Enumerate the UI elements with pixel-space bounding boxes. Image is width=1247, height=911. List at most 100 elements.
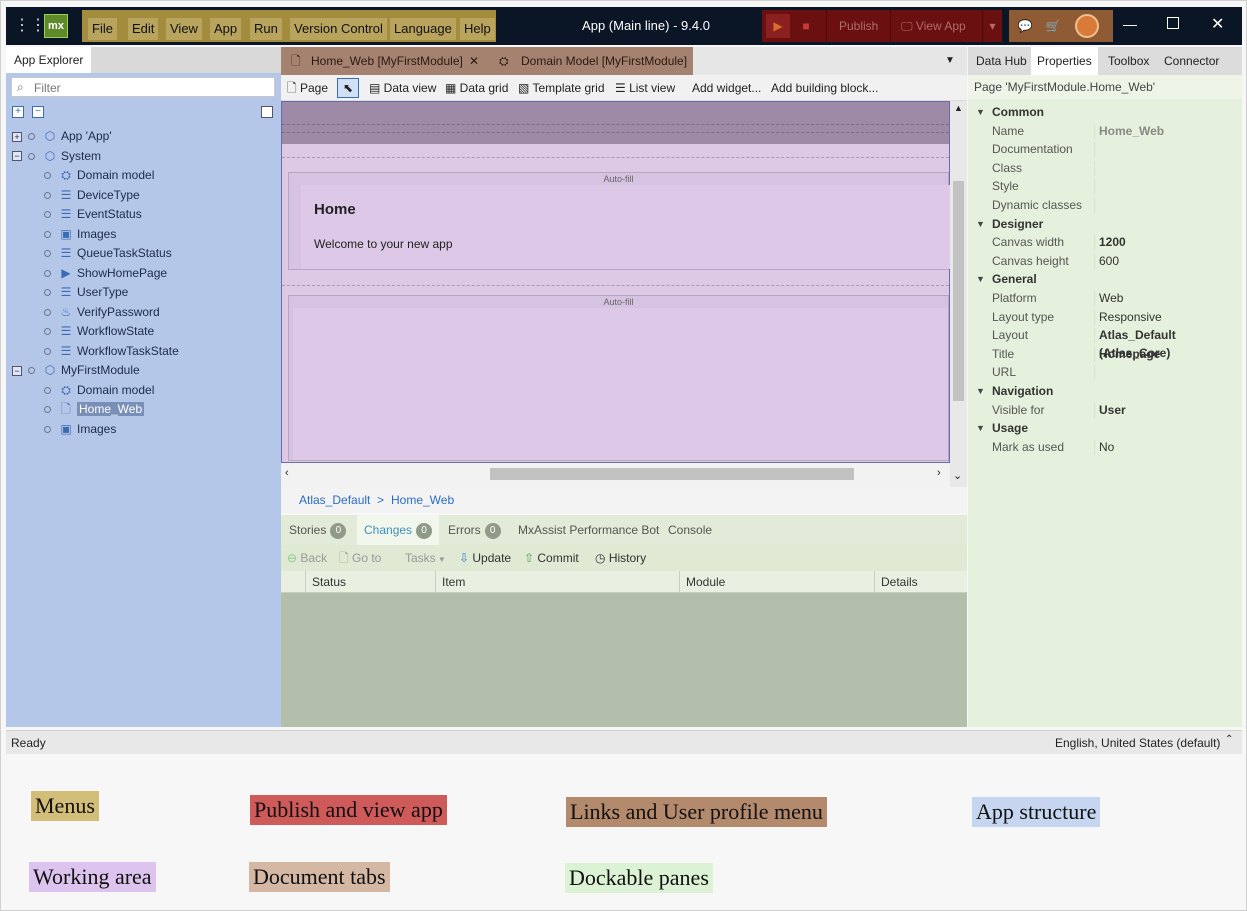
vertical-scrollbar[interactable]: ▲ ⌄	[950, 101, 967, 487]
back-button[interactable]: ⊖ Back	[287, 545, 327, 571]
property-row[interactable]: Canvas width 1200	[968, 233, 1242, 252]
column-module[interactable]: Module	[679, 571, 874, 593]
property-value[interactable]: 600	[1099, 252, 1119, 270]
app-grid-icon[interactable]: ⋮⋮	[14, 14, 46, 38]
select-pointer-icon[interactable]: ⬉	[337, 78, 359, 98]
tree-item[interactable]: ⛭ Domain model	[44, 381, 154, 400]
tree-item[interactable]: − ⬡ MyFirstModule	[12, 361, 140, 380]
sync-explorer-icon[interactable]	[261, 106, 273, 118]
tree-item[interactable]: ☰ DeviceType	[44, 186, 140, 205]
play-icon[interactable]: ▶	[766, 14, 790, 38]
data-grid-button[interactable]: ▦ Data grid	[445, 75, 508, 101]
commit-button[interactable]: ⇧ Commit	[524, 545, 579, 571]
tree-item[interactable]: ☰ WorkflowTaskState	[44, 342, 179, 361]
property-row[interactable]: Canvas height 600	[968, 252, 1242, 271]
scroll-left-icon[interactable]: ‹	[285, 467, 289, 479]
property-value[interactable]: Home_Web	[1099, 122, 1164, 140]
menu-file[interactable]: File	[88, 18, 117, 40]
property-row[interactable]: Mark as used No	[968, 438, 1242, 457]
tab-errors[interactable]: Errors 0	[448, 515, 501, 545]
tab-data-hub[interactable]: Data Hub	[970, 47, 1033, 75]
view-app-button[interactable]: 🖵 View App	[890, 10, 976, 42]
breadcrumb-layout-link[interactable]: Atlas_Default	[299, 493, 370, 507]
tab-domain-model[interactable]: ⛭ Domain Model [MyFirstModule]	[491, 47, 693, 75]
close-tab-icon[interactable]: ✕	[469, 47, 479, 75]
tree-item[interactable]: ▣ Images	[44, 225, 116, 244]
tab-console[interactable]: Console	[668, 515, 712, 545]
expand-icon[interactable]: +	[12, 131, 22, 142]
history-button[interactable]: ◷ History	[595, 545, 646, 571]
page-button[interactable]: 🗋 Page	[287, 75, 328, 101]
marketplace-cart-icon[interactable]: 🛒	[1041, 14, 1065, 38]
tab-connector[interactable]: Connector	[1158, 47, 1225, 75]
horizontal-scrollbar[interactable]: ‹ ›	[281, 463, 950, 487]
property-row[interactable]: Name Home_Web	[968, 122, 1242, 141]
property-value[interactable]: No	[1099, 438, 1114, 456]
collapse-all-icon[interactable]: −	[32, 106, 44, 118]
add-widget-button[interactable]: Add widget...	[692, 75, 761, 101]
tasks-dropdown[interactable]: Tasks ▼	[405, 545, 446, 571]
property-row[interactable]: Visible for User	[968, 401, 1242, 420]
chevron-down-icon[interactable]: ▼	[976, 382, 985, 400]
tab-toolbox[interactable]: Toolbox	[1102, 47, 1155, 75]
content-container[interactable]	[293, 308, 948, 460]
go-to-button[interactable]: 🗋 Go to	[339, 545, 381, 571]
tree-item[interactable]: + ⬡ App 'App'	[12, 127, 112, 146]
property-value[interactable]: User	[1099, 401, 1126, 419]
scrollbar-thumb[interactable]	[953, 181, 964, 401]
menu-view[interactable]: View	[166, 18, 202, 40]
scroll-down-icon[interactable]: ⌄	[953, 469, 962, 482]
menu-app[interactable]: App	[210, 18, 242, 40]
property-section[interactable]: ▼ Usage	[968, 419, 1242, 438]
tab-stories[interactable]: Stories 0	[289, 515, 347, 545]
page-heading[interactable]: Home	[314, 201, 356, 218]
menu-help[interactable]: Help	[460, 18, 495, 40]
filter-input[interactable]: ⌕ Filter	[11, 77, 275, 97]
add-building-block-button[interactable]: Add building block...	[771, 75, 878, 101]
column-item[interactable]: Item	[435, 571, 679, 593]
menu-language[interactable]: Language	[390, 18, 456, 40]
property-value[interactable]: Homepage	[1099, 345, 1160, 363]
view-app-dropdown-icon[interactable]: ▾	[982, 10, 1002, 42]
scrollbar-thumb[interactable]	[490, 468, 854, 480]
scroll-right-icon[interactable]: ›	[937, 467, 941, 479]
property-row[interactable]: Documentation	[968, 140, 1242, 159]
working-area[interactable]: Auto-fill Home Welcome to your new app A…	[281, 101, 950, 463]
property-row[interactable]: Layout type Responsive	[968, 308, 1242, 327]
tree-item[interactable]: ☰ UserType	[44, 283, 128, 302]
tree-item[interactable]: 🗋 Home_Web	[44, 400, 145, 419]
property-section[interactable]: ▼ Navigation	[968, 382, 1242, 401]
tree-item[interactable]: ☰ EventStatus	[44, 205, 142, 224]
list-view-button[interactable]: ☰ List view	[615, 75, 675, 101]
tree-item[interactable]: ▶ ShowHomePage	[44, 264, 167, 283]
property-row[interactable]: Dynamic classes	[968, 196, 1242, 215]
welcome-text[interactable]: Welcome to your new app	[314, 237, 453, 251]
stop-icon[interactable]: ■	[794, 14, 818, 38]
chevron-down-icon[interactable]: ▼	[976, 419, 985, 437]
tab-home-web[interactable]: 🗋 Home_Web [MyFirstModule] ✕	[281, 47, 491, 75]
auto-fill-container[interactable]: Auto-fill Home Welcome to your new app	[288, 172, 950, 270]
property-row[interactable]: Class	[968, 159, 1242, 178]
user-avatar[interactable]	[1075, 14, 1099, 38]
tab-properties[interactable]: Properties	[1031, 47, 1098, 75]
property-value[interactable]: Responsive	[1099, 308, 1162, 326]
property-row[interactable]: Title Homepage	[968, 345, 1242, 364]
tab-changes[interactable]: Changes 0	[357, 515, 440, 545]
property-value[interactable]: Web	[1099, 289, 1123, 307]
tree-item[interactable]: ♨ VerifyPassword	[44, 303, 160, 322]
property-row[interactable]: Platform Web	[968, 289, 1242, 308]
column-status[interactable]: Status	[305, 571, 435, 593]
template-grid-button[interactable]: ▧ Template grid	[518, 75, 605, 101]
tree-item[interactable]: ⛭ Domain model	[44, 166, 154, 185]
property-section[interactable]: ▼ Designer	[968, 215, 1242, 234]
property-row[interactable]: Style	[968, 177, 1242, 196]
chevron-down-icon[interactable]: ▼	[976, 270, 985, 288]
chevron-down-icon[interactable]: ▼	[976, 103, 985, 121]
chevron-down-icon[interactable]: ▼	[976, 215, 985, 233]
maximize-icon[interactable]	[1167, 17, 1179, 29]
community-chat-icon[interactable]: 💬	[1013, 14, 1037, 38]
tab-app-explorer[interactable]: App Explorer	[6, 47, 92, 73]
update-button[interactable]: ⇩ Update	[459, 545, 511, 571]
minimize-icon[interactable]: —	[1123, 16, 1137, 32]
menu-version-control[interactable]: Version Control	[290, 18, 387, 40]
